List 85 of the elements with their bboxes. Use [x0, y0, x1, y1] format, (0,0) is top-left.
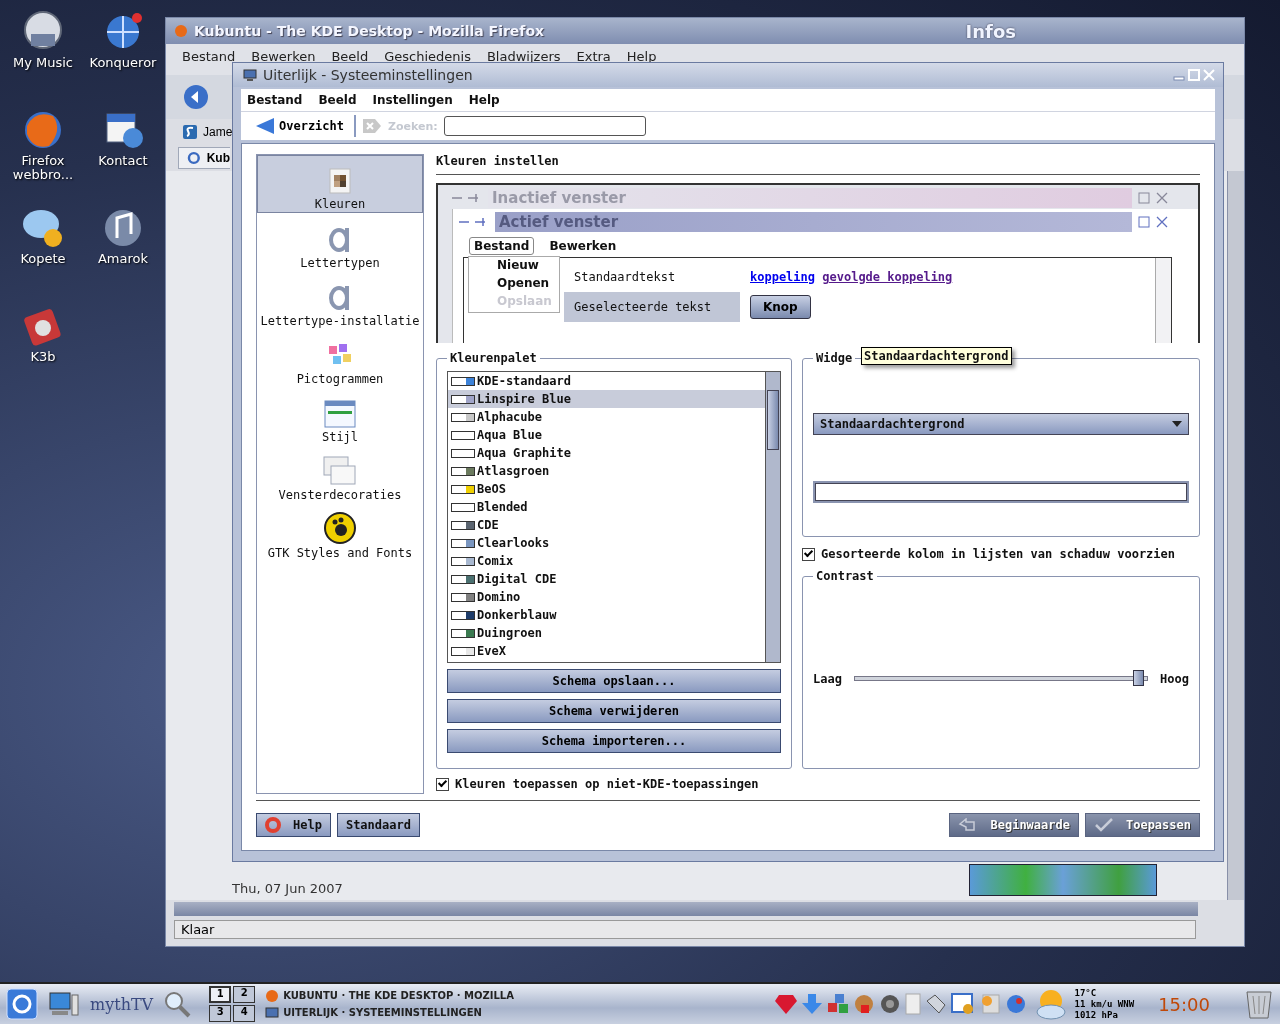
window-title: Uiterlijk - Systeeminstellingen	[263, 67, 473, 83]
desktop-icon-label[interactable]: Firefox webbro...	[8, 154, 78, 182]
page-heading: Kleuren instellen	[436, 154, 1200, 175]
overview-button[interactable]: Overzicht	[251, 117, 349, 135]
sidebar-item[interactable]: Vensterdecoraties	[257, 445, 423, 503]
scheme-item[interactable]: Donkerblauw	[448, 606, 765, 624]
scheme-button[interactable]: Schema importeren...	[447, 729, 781, 753]
menu-item[interactable]: Bewerken	[251, 49, 316, 64]
scheme-item[interactable]: Domino	[448, 588, 765, 606]
search-label: Zoeken:	[388, 119, 438, 133]
menu-item[interactable]: Bladwijzers	[486, 49, 561, 64]
desktop-icon-label[interactable]: Kontact	[88, 154, 158, 168]
desktop-pager-button[interactable]: 4	[233, 1005, 256, 1022]
menu-item[interactable]: Bestand	[247, 93, 303, 107]
desktop-pager-button[interactable]: 1	[209, 986, 232, 1003]
menu-item[interactable]: Bestand	[182, 49, 236, 64]
tooltip: Standaardachtergrond	[861, 347, 1012, 365]
dialog-button[interactable]: Standaard	[336, 813, 420, 837]
window-title: Kubuntu - The KDE Desktop - Mozilla Firefox	[194, 23, 545, 39]
desktop-icon-label[interactable]: Konqueror	[88, 56, 158, 70]
widget-title: Infos	[965, 20, 1016, 42]
status-text: Klaar	[174, 919, 1196, 939]
sidebar-item[interactable]: Stijl	[257, 387, 423, 445]
menu-item[interactable]: Help	[626, 49, 657, 64]
menu-item[interactable]: Help	[468, 93, 500, 107]
menu-item[interactable]: Geschiedenis	[384, 49, 471, 64]
scheme-item[interactable]: Linspire Blue	[448, 390, 765, 408]
logo-text[interactable]: mythTV	[90, 994, 154, 1014]
browser-tab[interactable]: Kub	[178, 147, 230, 169]
desktop-icon-label[interactable]: Amarok	[88, 252, 158, 266]
scheme-item[interactable]: Atlasgroen	[448, 462, 765, 480]
scheme-item[interactable]: Duingroen	[448, 624, 765, 642]
desktop-icon-label[interactable]: K3b	[8, 350, 78, 364]
visited-link[interactable]: gevolgde koppeling	[822, 270, 953, 284]
slider-min-label: Laag	[813, 671, 842, 686]
sample-text: Standaardtekst	[573, 270, 677, 284]
menu-item[interactable]: Beeld	[318, 93, 357, 107]
menu-item[interactable]: Extra	[576, 49, 611, 64]
menu-item[interactable]: Bewerken	[544, 237, 622, 255]
apply-colors-checkbox[interactable]: Kleuren toepassen op niet-KDE-toepassingen	[436, 777, 1200, 791]
group-title: Kleurenpalet	[449, 351, 538, 365]
scheme-item[interactable]: KDE-standaard	[448, 372, 765, 390]
taskbar-item[interactable]: UITERLIJK · SYSTEEMINSTELLINGEN	[265, 1005, 514, 1020]
link[interactable]: koppeling	[750, 270, 816, 284]
scheme-item[interactable]: Aqua Blue	[448, 426, 765, 444]
scheme-item[interactable]: BeOS	[448, 480, 765, 498]
sidebar-item[interactable]: Pictogrammen	[257, 329, 423, 387]
sidebar-item[interactable]: Lettertypen	[257, 213, 423, 271]
selected-text: Geselecteerde tekst	[564, 292, 740, 322]
weather-text: 1012 hPa	[1074, 1009, 1119, 1021]
menu-item[interactable]: Openen	[497, 276, 559, 294]
scheme-item[interactable]: Alphacube	[448, 408, 765, 426]
weather-text: 17°C	[1074, 987, 1098, 999]
shade-sorted-checkbox[interactable]: Gesorteerde kolom in lijsten van schaduw voorzien	[802, 547, 1200, 561]
desktop-icon-label[interactable]: My Music	[8, 56, 78, 70]
desktop-pager-button[interactable]: 2	[233, 986, 256, 1003]
menu-item[interactable]: Bestand	[469, 237, 535, 255]
desktop-icon-label[interactable]: Kopete	[8, 252, 78, 266]
group-title: Widge	[815, 351, 854, 365]
taskbar-item[interactable]: KUBUNTU · THE KDE DESKTOP · MOZILLA	[265, 988, 514, 1003]
scheme-item[interactable]: Digital CDE	[448, 570, 765, 588]
scheme-item[interactable]: Clearlooks	[448, 534, 765, 552]
sidebar-item[interactable]: Kleuren	[257, 155, 423, 213]
group-title: Contrast	[815, 569, 875, 583]
slider-max-label: Hoog	[1160, 671, 1189, 686]
menu-item[interactable]: Instellingen	[372, 93, 453, 107]
scheme-item[interactable]: Aqua Graphite	[448, 444, 765, 462]
scheme-item[interactable]: Blended	[448, 498, 765, 516]
date-text: Thu, 07 Jun 2007	[232, 881, 343, 896]
color-role-dropdown[interactable]: Standaardachtergrond	[813, 413, 1189, 435]
scheme-item[interactable]: EveX	[448, 642, 765, 660]
scheme-item[interactable]: Comix	[448, 552, 765, 570]
scheme-button[interactable]: Schema opslaan...	[447, 669, 781, 693]
sidebar-item[interactable]: GTK Styles and Fonts	[257, 503, 423, 561]
dialog-button[interactable]: Help	[256, 813, 331, 837]
desktop-pager-button[interactable]: 3	[209, 1005, 232, 1022]
sample-button[interactable]: Knop	[750, 295, 811, 319]
bookmark-item[interactable]: Jame	[203, 125, 233, 139]
sidebar-item[interactable]: Lettertype-installatie	[257, 271, 423, 329]
active-title-bar: Actief venster	[495, 212, 1132, 232]
menu-item[interactable]: Beeld	[331, 49, 369, 64]
scheme-button[interactable]: Schema verwijderen	[447, 699, 781, 723]
weather-text: 11 km/u WNW	[1074, 998, 1135, 1010]
menu-item[interactable]: Nieuw	[497, 258, 559, 276]
scheme-item[interactable]: CDE	[448, 516, 765, 534]
